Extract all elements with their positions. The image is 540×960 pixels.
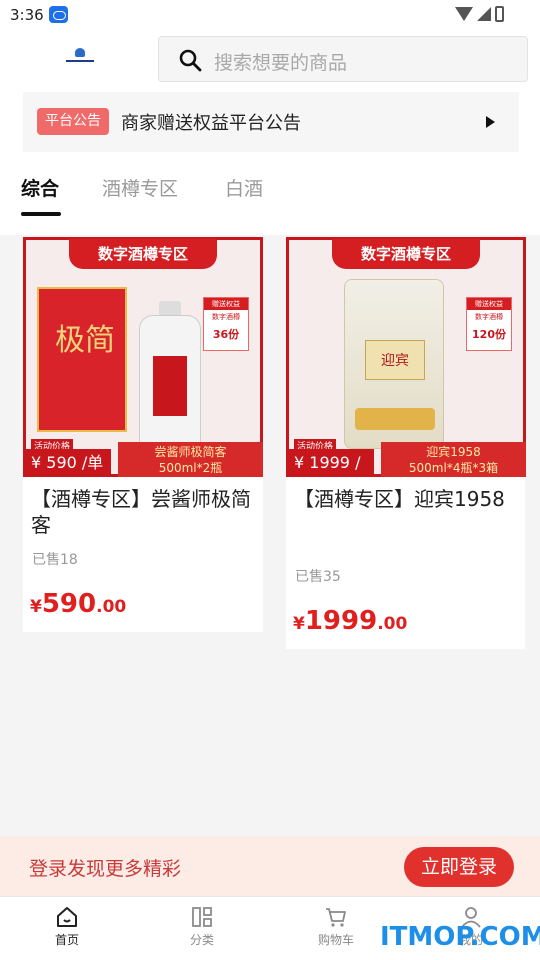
product-price: ¥1999.00 <box>293 606 407 636</box>
tab-home-label: 首页 <box>54 933 79 947</box>
price-int: 1999 <box>304 606 378 636</box>
sold-count: 已售18 <box>32 552 78 568</box>
bottle-label: 迎宾 <box>365 340 425 380</box>
product-price: ¥590.00 <box>30 589 126 619</box>
notice-text: 商家赠送权益平台公告 <box>121 113 301 134</box>
gift-badge: 赠送权益 数字酒樽 36份 <box>203 297 249 351</box>
play-arrow-icon[interactable] <box>486 116 495 128</box>
promo-spec: 500ml*4瓶*3箱 <box>408 461 499 475</box>
watermark: ITMOP.COM <box>380 922 540 952</box>
promo-name: 迎宾1958 <box>426 445 481 459</box>
promo-desc: 尝酱师极简客 500ml*2瓶 <box>118 442 263 477</box>
image-banner: 数字酒樽专区 <box>69 239 217 269</box>
tab-category[interactable]: 分类 <box>172 905 232 948</box>
tab-jiuzun[interactable]: 酒樽专区 <box>102 174 178 201</box>
promo-desc: 迎宾1958 500ml*4瓶*3箱 <box>381 442 526 477</box>
price-int: 590 <box>41 589 97 619</box>
login-message: 登录发现更多精彩 <box>29 858 182 880</box>
gift-title: 赠送权益 <box>467 298 511 310</box>
tab-cart[interactable]: 购物车 <box>306 905 366 948</box>
tab-indicator <box>21 212 61 216</box>
cart-icon <box>326 908 346 927</box>
gift-num: 120份 <box>472 328 506 341</box>
tab-all[interactable]: 综合 <box>21 174 59 201</box>
signal-icon <box>477 7 491 21</box>
promo-price-box: 活动价格 ¥ 1999 /单 迎宾1958 500ml*4瓶*3箱 <box>286 437 526 500</box>
price-symbol: ¥ <box>30 597 42 617</box>
promo-price-box: 活动价格 ¥ 590 /单 尝酱师极简客 500ml*2瓶 <box>23 437 263 477</box>
product-title[interactable]: 【酒樽专区】迎宾1958 <box>294 486 520 512</box>
category-icon <box>192 907 212 927</box>
status-time: 3:36 <box>10 6 44 24</box>
system-icons <box>455 6 504 22</box>
price-dec: .00 <box>377 614 408 634</box>
product-image[interactable]: 数字酒樽专区 极简 赠送权益 数字酒樽 36份 活动价格 ¥ 590 /单 尝酱… <box>23 237 263 477</box>
product-card[interactable]: 数字酒樽专区 迎宾 赠送权益 数字酒樽 120份 活动价格 ¥ 1999 /单 … <box>286 237 526 649</box>
tab-category-label: 分类 <box>189 933 214 947</box>
home-icon <box>57 907 77 927</box>
search-icon <box>179 49 202 72</box>
tab-home[interactable]: 首页 <box>37 905 97 948</box>
bottle-image: 迎宾 <box>344 279 444 449</box>
promo-spec: 500ml*2瓶 <box>158 461 223 475</box>
cloud-icon <box>49 6 68 23</box>
box-calligraphy: 极简 <box>55 323 115 358</box>
battery-icon <box>495 6 504 22</box>
header: 搜索想要的商品 平台公告 商家赠送权益平台公告 综合 酒樽专区 白酒 <box>0 32 540 235</box>
bottle-image <box>139 301 201 451</box>
status-bar: 3:36 <box>0 0 540 32</box>
search-placeholder: 搜索想要的商品 <box>214 52 348 74</box>
login-button[interactable]: 立即登录 <box>404 847 514 887</box>
sold-count: 已售35 <box>295 569 341 585</box>
price-dec: .00 <box>96 597 127 617</box>
gift-sub: 数字酒樽 <box>212 313 240 321</box>
gift-num: 36份 <box>212 328 240 341</box>
notice-tag: 平台公告 <box>37 108 109 135</box>
gift-badge: 赠送权益 数字酒樽 120份 <box>466 297 512 351</box>
gift-sub: 数字酒樽 <box>475 313 503 321</box>
gift-box-image: 极简 <box>37 287 127 432</box>
notice-bar[interactable]: 平台公告 商家赠送权益平台公告 <box>23 92 519 152</box>
login-prompt-bar: 登录发现更多精彩 立即登录 <box>0 836 540 896</box>
tab-baijiu[interactable]: 白酒 <box>225 174 263 201</box>
promo-name: 尝酱师极简客 <box>154 445 227 459</box>
price-symbol: ¥ <box>293 614 305 634</box>
tab-cart-label: 购物车 <box>317 933 354 947</box>
wifi-icon <box>455 7 473 21</box>
gift-title: 赠送权益 <box>204 298 248 310</box>
category-tabs: 综合 酒樽专区 白酒 <box>0 172 540 222</box>
promo-price: ¥ 590 /单 <box>23 449 111 477</box>
product-card[interactable]: 数字酒樽专区 极简 赠送权益 数字酒樽 36份 活动价格 ¥ 590 /单 尝酱… <box>23 237 263 632</box>
search-bar[interactable]: 搜索想要的商品 <box>158 36 528 82</box>
logo-icon <box>66 48 94 66</box>
product-title[interactable]: 【酒樽专区】尝酱师极简客 <box>31 486 257 538</box>
image-banner: 数字酒樽专区 <box>332 239 480 269</box>
promo-price: ¥ 1999 /单 <box>286 449 374 500</box>
product-image[interactable]: 数字酒樽专区 迎宾 赠送权益 数字酒樽 120份 活动价格 ¥ 1999 /单 … <box>286 237 526 500</box>
